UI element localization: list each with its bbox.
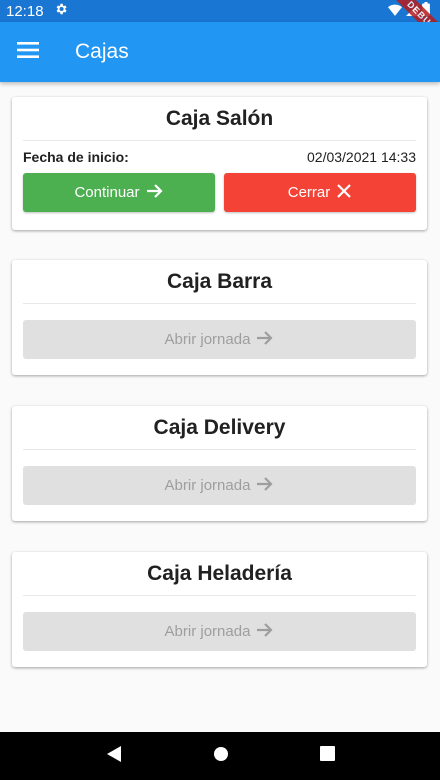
card-title: Caja Heladería	[23, 552, 416, 596]
open-shift-label: Abrir jornada	[164, 331, 251, 348]
open-shift-button[interactable]: Abrir jornada	[23, 612, 416, 651]
card-title: Caja Barra	[23, 260, 416, 304]
cajas-list: Caja Salón Fecha de inicio: 02/03/2021 1…	[0, 82, 440, 732]
open-shift-button[interactable]: Abrir jornada	[23, 320, 416, 359]
menu-button[interactable]	[0, 24, 56, 80]
recents-square-icon[interactable]	[319, 746, 335, 766]
continue-label: Continuar	[74, 184, 140, 201]
settings-gear-icon	[54, 2, 68, 20]
hamburger-menu-icon	[17, 41, 39, 63]
button-row: Continuar Cerrar	[23, 173, 416, 212]
start-date-value: 02/03/2021 14:33	[307, 149, 416, 165]
caja-barra-card: Caja Barra Abrir jornada	[12, 260, 427, 375]
close-button[interactable]: Cerrar	[224, 173, 416, 212]
open-shift-button[interactable]: Abrir jornada	[23, 466, 416, 505]
start-date-row: Fecha de inicio: 02/03/2021 14:33	[23, 141, 416, 173]
caja-heladeria-card: Caja Heladería Abrir jornada	[12, 552, 427, 667]
close-x-icon	[336, 183, 352, 203]
back-triangle-icon[interactable]	[106, 745, 122, 768]
start-date-label: Fecha de inicio:	[23, 149, 129, 165]
app-bar: Cajas	[0, 22, 440, 82]
card-title: Caja Salón	[23, 97, 416, 141]
wifi-icon	[388, 3, 402, 20]
home-circle-icon[interactable]	[213, 746, 229, 767]
arrow-right-icon	[146, 183, 164, 203]
close-label: Cerrar	[287, 184, 331, 201]
card-title: Caja Delivery	[23, 406, 416, 450]
arrow-right-icon	[256, 476, 274, 496]
open-shift-label: Abrir jornada	[164, 623, 251, 640]
status-bar: 12:18 DEBUG	[0, 0, 440, 22]
status-time: 12:18	[6, 2, 44, 20]
caja-delivery-card: Caja Delivery Abrir jornada	[12, 406, 427, 521]
caja-salon-card: Caja Salón Fecha de inicio: 02/03/2021 1…	[12, 97, 427, 230]
open-shift-label: Abrir jornada	[164, 477, 251, 494]
continue-button[interactable]: Continuar	[23, 173, 215, 212]
system-nav-bar	[0, 732, 440, 780]
page-title: Cajas	[75, 40, 129, 63]
arrow-right-icon	[256, 622, 274, 642]
arrow-right-icon	[256, 330, 274, 350]
